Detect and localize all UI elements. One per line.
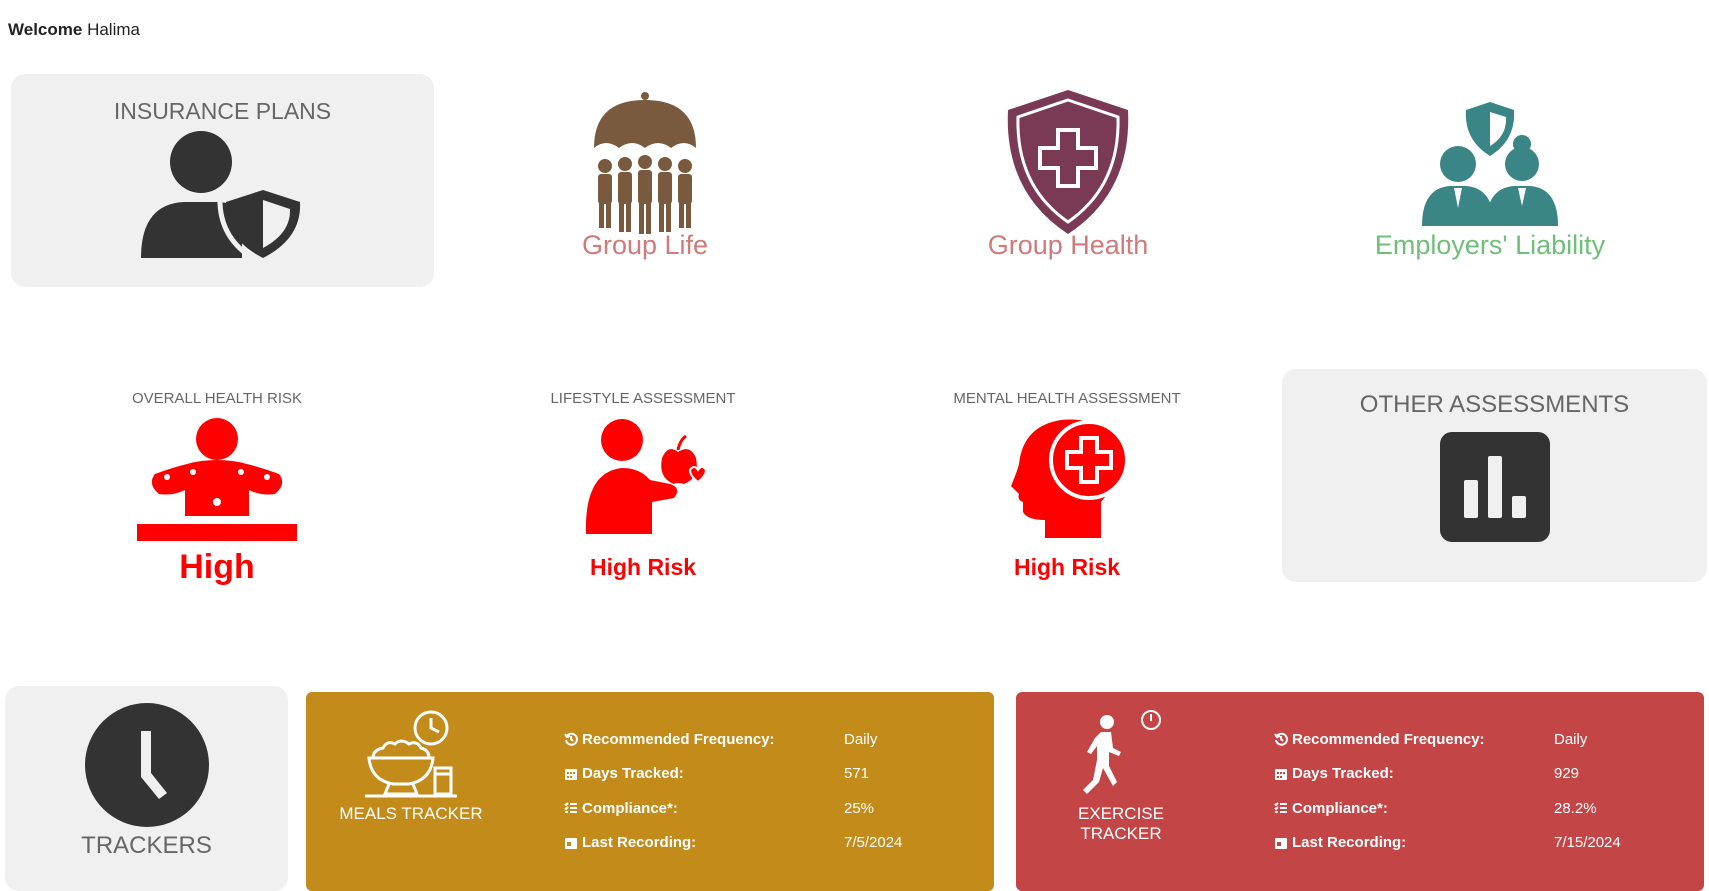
group-life-label: Group Life [581, 230, 709, 260]
employers-liability-label: Employers' Liability [1374, 230, 1606, 260]
exercise-last-row: Last Recording: 7/15/2024 [1274, 826, 1684, 861]
insurance-plans-title: INSURANCE PLANS [113, 98, 332, 124]
welcome-user-name: Halima [87, 20, 140, 39]
overall-health-risk-title: OVERALL HEALTH RISK [131, 390, 303, 407]
overall-health-risk[interactable]: OVERALL HEALTH RISK High [117, 388, 317, 588]
list-check-icon [1274, 801, 1288, 815]
exercise-last-label: Last Recording: [1292, 834, 1407, 852]
umbrella-group-icon [545, 92, 745, 236]
meals-frequency-row: Recommended Frequency: Daily [564, 722, 974, 757]
exercise-tracker-card[interactable]: EXERCISE TRACKER Recommended Frequency: … [1016, 692, 1704, 891]
exercise-days-label: Days Tracked: [1292, 765, 1394, 783]
exercise-compliance-value: 28.2% [1554, 799, 1597, 817]
employers-liability-plan[interactable]: Employers' Liability [1340, 80, 1640, 270]
meal-bowl-clock-icon [346, 710, 476, 802]
meals-compliance-row: Compliance*: 25% [564, 791, 974, 826]
exercise-tracker-name: EXERCISE TRACKER [1078, 804, 1164, 843]
meals-last-label: Last Recording: [582, 834, 697, 852]
meals-tracker-name: MEALS TRACKER [339, 804, 483, 823]
overall-health-risk-value: High [179, 548, 255, 586]
meals-tracker-card[interactable]: MEALS TRACKER Recommended Frequency: Dai… [306, 692, 994, 891]
calendar-icon [564, 767, 578, 781]
meals-frequency-value: Daily [844, 730, 878, 748]
meals-last-row: Last Recording: 7/5/2024 [564, 826, 974, 861]
list-check-icon [564, 801, 578, 815]
exercise-days-row: Days Tracked: 929 [1274, 757, 1684, 792]
exercise-days-value: 929 [1554, 765, 1580, 783]
trackers-title: TRACKERS [81, 832, 212, 859]
meals-last-value: 7/5/2024 [844, 834, 903, 852]
shield-cross-icon [968, 88, 1168, 236]
meals-days-value: 571 [844, 765, 870, 783]
other-assessments-title: OTHER ASSESSMENTS [1359, 391, 1630, 418]
history-icon [1274, 732, 1288, 746]
calendar-day-icon [564, 836, 578, 850]
group-life-plan[interactable]: Group Life [545, 80, 745, 270]
exercise-frequency-label: Recommended Frequency: [1292, 730, 1485, 748]
lifestyle-assessment-title: LIFESTYLE ASSESSMENT [550, 390, 736, 407]
welcome-message: Welcome Halima [8, 20, 140, 40]
running-person-icon [1056, 710, 1186, 802]
exercise-tracker-stats: Recommended Frequency: Daily Days Tracke… [1274, 722, 1684, 860]
meals-compliance-value: 25% [844, 799, 875, 817]
meals-tracker-stats: Recommended Frequency: Daily Days Tracke… [564, 722, 974, 860]
meals-frequency-label: Recommended Frequency: [582, 730, 775, 748]
group-health-label: Group Health [987, 230, 1149, 260]
exercise-frequency-value: Daily [1554, 730, 1588, 748]
mental-health-assessment[interactable]: MENTAL HEALTH ASSESSMENT High Risk [952, 388, 1182, 588]
calendar-icon [1274, 767, 1288, 781]
meals-days-row: Days Tracked: 571 [564, 757, 974, 792]
lifestyle-assessment-value: High Risk [589, 554, 697, 580]
exercise-last-value: 7/15/2024 [1554, 834, 1621, 852]
clock-icon [5, 703, 288, 827]
trackers-card[interactable]: TRACKERS [5, 686, 288, 891]
exercise-frequency-row: Recommended Frequency: Daily [1274, 722, 1684, 757]
health-risk-person-icon [117, 416, 317, 544]
other-assessments-card[interactable]: OTHER ASSESSMENTS [1282, 369, 1707, 582]
person-apple-icon [543, 418, 743, 534]
group-health-plan[interactable]: Group Health [968, 80, 1168, 270]
history-icon [564, 732, 578, 746]
meals-days-label: Days Tracked: [582, 765, 684, 783]
calendar-day-icon [1274, 836, 1288, 850]
head-cross-icon [952, 416, 1182, 538]
meals-compliance-label: Compliance*: [582, 799, 678, 817]
insurance-plans-card[interactable]: INSURANCE PLANS [11, 74, 434, 287]
lifestyle-assessment[interactable]: LIFESTYLE ASSESSMENT High Risk [543, 388, 743, 588]
user-shield-icon [11, 130, 434, 264]
mental-health-assessment-title: MENTAL HEALTH ASSESSMENT [953, 390, 1181, 407]
welcome-prefix: Welcome [8, 20, 83, 39]
people-shield-icon [1340, 100, 1640, 228]
mental-health-assessment-value: High Risk [1013, 554, 1121, 580]
exercise-compliance-label: Compliance*: [1292, 799, 1388, 817]
exercise-compliance-row: Compliance*: 28.2% [1274, 791, 1684, 826]
bar-chart-icon [1282, 432, 1707, 542]
